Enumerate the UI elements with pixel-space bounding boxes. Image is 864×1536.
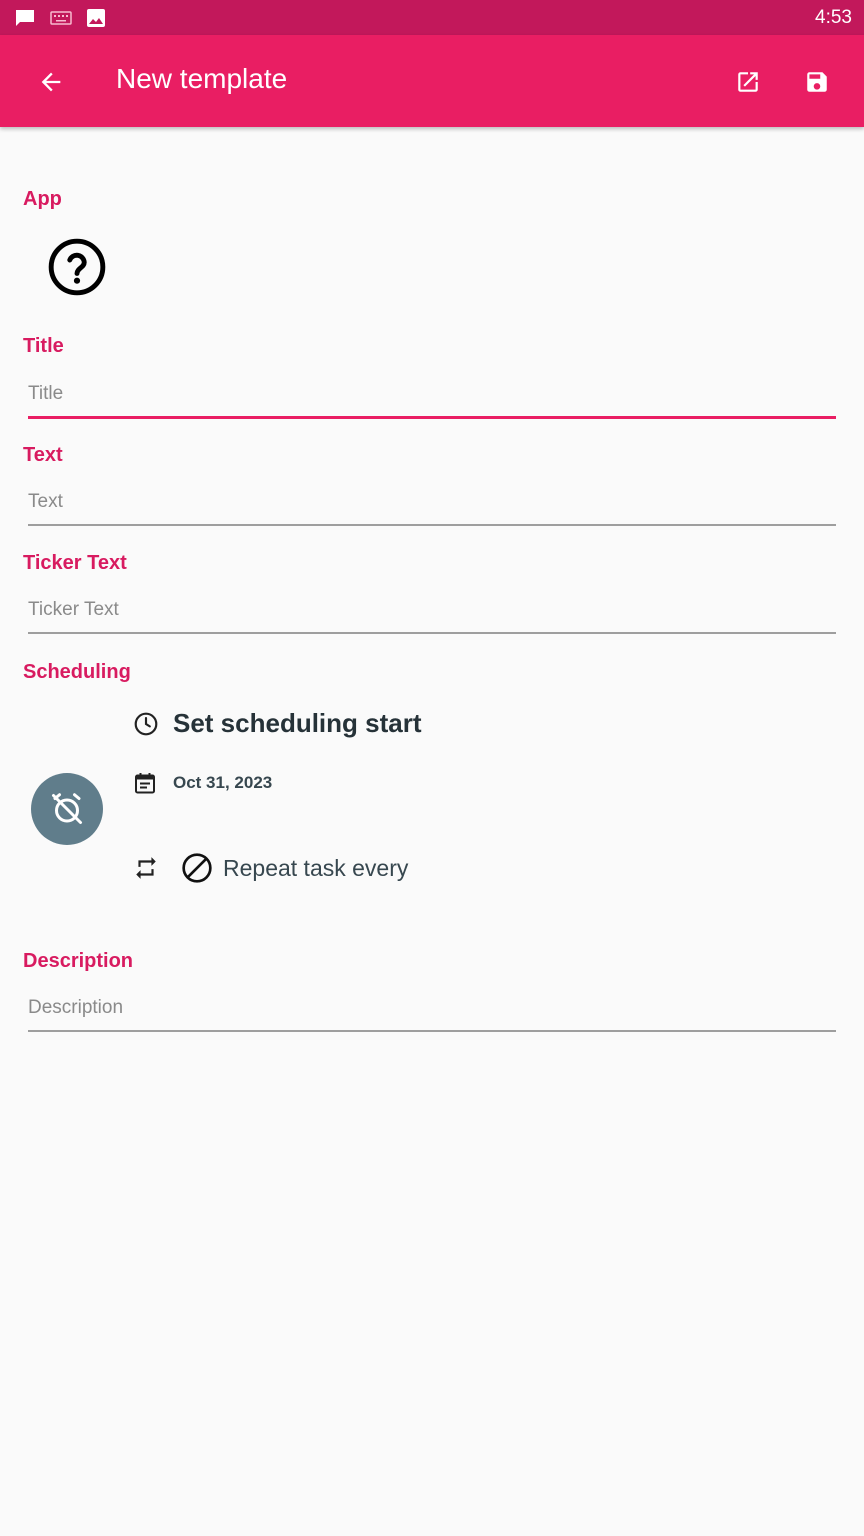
app-bar: New template — [0, 35, 864, 127]
description-section-label: Description — [23, 950, 134, 972]
calendar-icon — [133, 770, 157, 796]
back-button[interactable] — [30, 61, 72, 103]
title-underline — [28, 416, 836, 419]
clock-icon — [133, 711, 159, 737]
text-field — [28, 480, 836, 526]
help-circle-icon — [46, 236, 108, 298]
message-icon — [14, 9, 36, 27]
title-field — [28, 372, 836, 419]
repeat-row[interactable]: Repeat task every — [133, 852, 408, 884]
repeat-label: Repeat task every — [223, 854, 409, 881]
scheduling-section-label: Scheduling — [23, 661, 131, 683]
open-in-new-icon — [735, 69, 761, 95]
status-bar: 4:53 — [0, 0, 864, 35]
alarm-toggle-button[interactable] — [31, 773, 103, 845]
scheduling-start-label: Set scheduling start — [173, 708, 422, 738]
scheduling-date-row[interactable]: Oct 31, 2023 — [133, 770, 272, 796]
ticker-field — [28, 588, 836, 634]
open-external-button[interactable] — [727, 61, 769, 103]
ticker-underline — [28, 632, 836, 634]
alarm-off-icon — [49, 791, 85, 827]
repeat-icon — [133, 855, 159, 881]
text-section-label: Text — [23, 444, 63, 466]
description-underline — [28, 1030, 836, 1032]
description-field — [28, 986, 836, 1032]
ticker-input[interactable] — [28, 588, 836, 632]
save-button[interactable] — [796, 61, 838, 103]
save-icon — [804, 69, 830, 95]
scheduling-start-row[interactable]: Set scheduling start — [133, 708, 422, 739]
image-icon — [86, 8, 106, 28]
arrow-back-icon — [37, 68, 65, 96]
app-section-label: App — [23, 188, 62, 210]
scheduling-date-label: Oct 31, 2023 — [173, 773, 273, 792]
description-input[interactable] — [28, 986, 836, 1030]
ticker-section-label: Ticker Text — [23, 552, 127, 574]
text-underline — [28, 524, 836, 526]
title-section-label: Title — [23, 335, 64, 357]
keyboard-icon — [50, 10, 72, 25]
block-icon — [181, 852, 213, 884]
title-input[interactable] — [28, 372, 836, 416]
text-input[interactable] — [28, 480, 836, 524]
page-title: New template — [116, 63, 288, 94]
status-time: 4:53 — [815, 6, 852, 28]
app-picker-button[interactable] — [44, 234, 110, 300]
